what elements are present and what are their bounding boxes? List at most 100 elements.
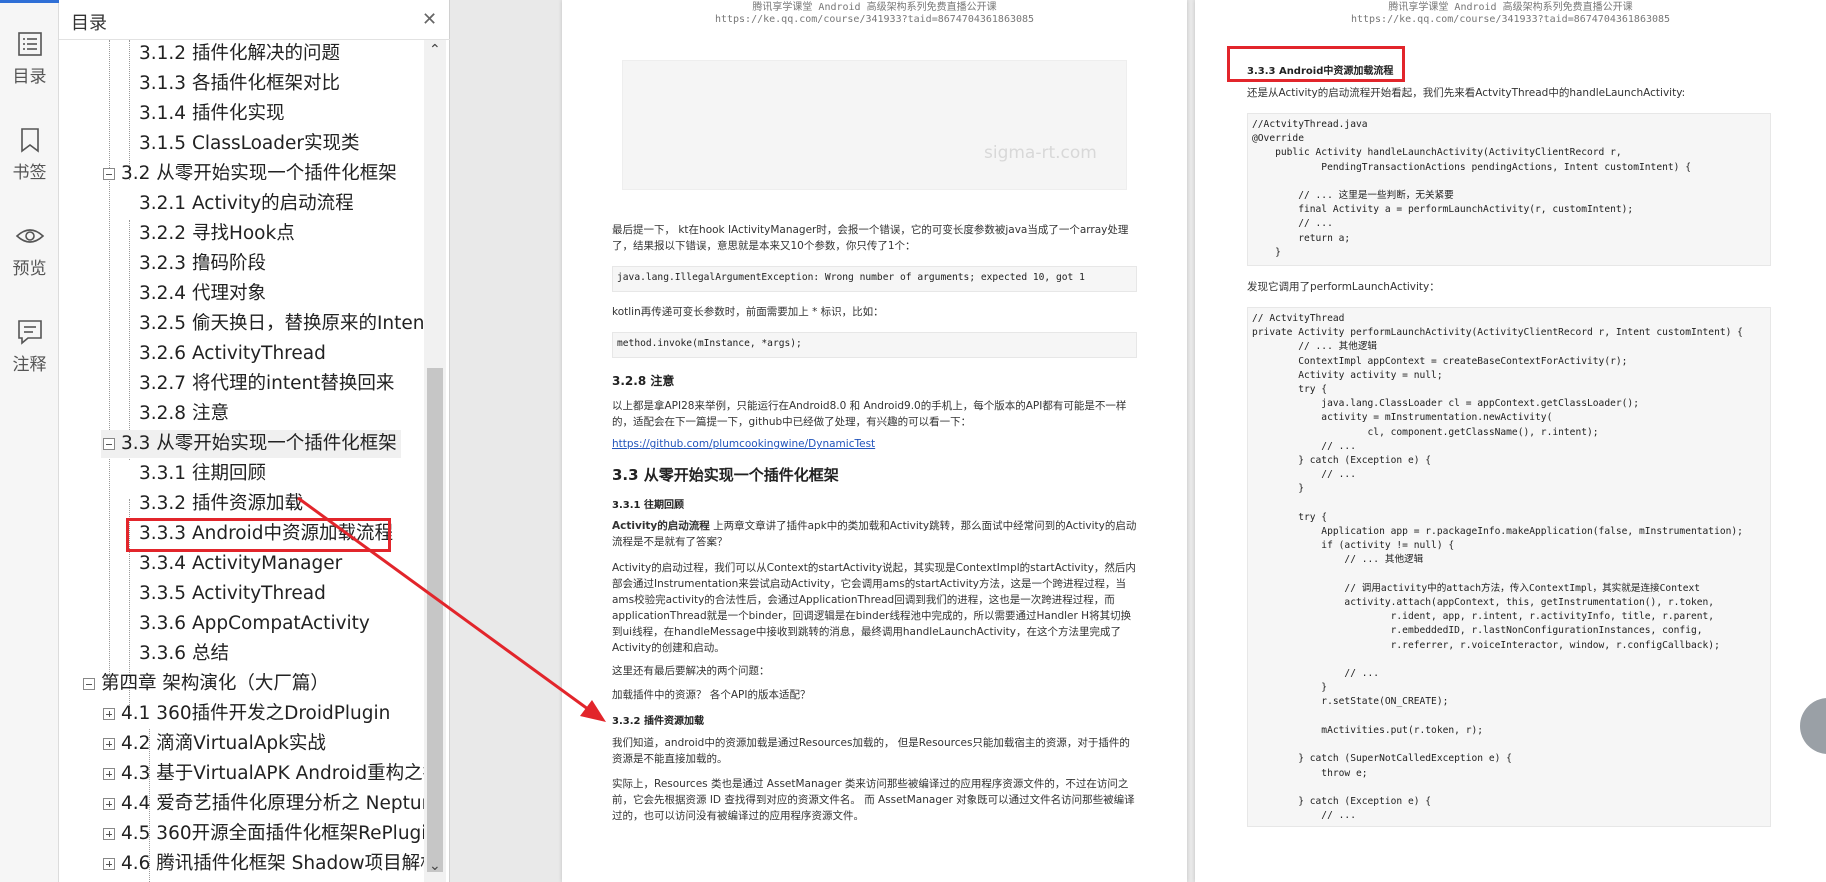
toc-item[interactable]: 3.2.6 ActivityThread — [59, 340, 424, 368]
bold-text: Activity的启动流程 — [612, 520, 710, 532]
toc-item[interactable]: 3.2.1 Activity的启动流程 — [59, 190, 424, 218]
toc-item[interactable]: 3.1.2 插件化解决的问题 — [59, 40, 424, 68]
toc-item[interactable]: 4.5 360开源全面插件化框架RePlugin — [59, 820, 424, 848]
toc-highlight-box — [126, 518, 391, 552]
toc-item-label: 3.3.6 总结 — [139, 643, 229, 664]
rail-toc-button[interactable]: 目录 — [0, 30, 59, 110]
side-rail: 目录 书签 预览 注释 — [0, 0, 59, 882]
toc-item[interactable]: 4.4 爱奇艺插件化原理分析之 Neptune — [59, 790, 424, 818]
rail-preview-label: 预览 — [12, 259, 47, 279]
document-page-2: 腾讯享学课堂 Android 高级架构系列免费直播公开课 https://ke.… — [1195, 0, 1826, 882]
toc-scrollbar[interactable]: ⌃ ⌄ — [424, 40, 446, 882]
rail-bookmark-label: 书签 — [12, 163, 47, 183]
toc-item[interactable]: 3.2 从零开始实现一个插件化框架 — [59, 160, 424, 188]
toc-item[interactable]: 3.3.6 总结 — [59, 640, 424, 668]
toc-item[interactable]: 4.1 360插件开发之DroidPlugin — [59, 700, 424, 728]
paragraph: Activity的启动流程 上两章文章讲了插件apk中的类加载和Activity… — [612, 518, 1137, 550]
bookmark-icon — [0, 126, 59, 154]
toc-item-label: 3.2.3 撸码阶段 — [139, 253, 266, 274]
rail-toc-label: 目录 — [12, 67, 47, 87]
figure-image — [622, 60, 1127, 190]
toc-item-label: 3.1.2 插件化解决的问题 — [139, 43, 340, 64]
expand-icon[interactable] — [103, 858, 115, 870]
toc-panel: 目录 ✕ 3.1.2 插件化解决的问题 3.1.3 各插件化框架对比 3.1.4… — [59, 0, 450, 882]
page-header-title: 腾讯享学课堂 Android 高级架构系列免费直播公开课 — [752, 2, 997, 13]
document-page-1: 腾讯享学课堂 Android 高级架构系列免费直播公开课 https://ke.… — [562, 0, 1187, 882]
toc-item[interactable]: 3.3.2 插件资源加载 — [59, 490, 424, 518]
collapse-icon[interactable] — [103, 438, 115, 450]
toc-item[interactable]: 3.2.7 将代理的intent替换回来 — [59, 370, 424, 398]
toc-item[interactable]: 3.2.3 撸码阶段 — [59, 250, 424, 278]
toc-item[interactable]: 3.1.5 ClassLoader实现类 — [59, 130, 424, 158]
code-block: method.invoke(mInstance, *args); — [612, 332, 1137, 358]
toc-item[interactable]: 3.2.5 偷天换日，替换原来的Intent — [59, 310, 424, 338]
toc-header: 目录 ✕ — [59, 0, 450, 40]
comment-icon — [0, 318, 59, 346]
list-icon — [0, 30, 59, 58]
watermark: sigma-rt.com — [984, 143, 1097, 163]
toc-item-label: 4.3 基于VirtualAPK Android重构之插 — [121, 763, 424, 784]
toc-item[interactable]: 3.1.4 插件化实现 — [59, 100, 424, 128]
rail-comment-button[interactable]: 注释 — [0, 318, 59, 398]
toc-item-selected[interactable]: 3.3 从零开始实现一个插件化框架 — [101, 430, 401, 458]
toc-item[interactable]: 3.3.4 ActivityManager — [59, 550, 424, 578]
code-block: java.lang.IllegalArgumentException: Wron… — [612, 266, 1137, 292]
github-link[interactable]: https://github.com/plumcookingwine/Dynam… — [612, 436, 875, 452]
code-block: //ActvityThread.java @Override public Ac… — [1247, 113, 1771, 266]
toc-item-label: 3.3.5 ActivityThread — [139, 583, 326, 604]
toc-item-label: 第四章 架构演化（大厂篇） — [101, 673, 329, 694]
toc-item-label: 3.2.5 偷天换日，替换原来的Intent — [139, 313, 424, 334]
toc-item[interactable]: 3.1.3 各插件化框架对比 — [59, 70, 424, 98]
toc-item[interactable]: 3.3.1 往期回顾 — [59, 460, 424, 488]
toc-item-label: 4.6 腾讯插件化框架 Shadow项目解析 — [121, 853, 424, 874]
paragraph: 还是从Activity的启动流程开始看起，我们先来看ActvityThread中… — [1247, 87, 1686, 99]
toc-item[interactable]: 3.3.5 ActivityThread — [59, 580, 424, 608]
expand-icon[interactable] — [103, 828, 115, 840]
expand-icon[interactable] — [103, 798, 115, 810]
toc-item-label: 3.2.7 将代理的intent替换回来 — [139, 373, 395, 394]
paragraph: Activity的启动过程，我们可以从Context的startActivity… — [612, 562, 1136, 654]
toc-item-label: 3.2.4 代理对象 — [139, 283, 266, 304]
collapse-icon[interactable] — [103, 168, 115, 180]
toc-title: 目录 — [71, 13, 107, 34]
page-header-title: 腾讯享学课堂 Android 高级架构系列免费直播公开课 — [1388, 2, 1633, 13]
rail-bookmark-button[interactable]: 书签 — [0, 126, 59, 206]
toc-item[interactable]: 3.2.8 注意 — [59, 400, 424, 428]
scrollbar-thumb[interactable] — [427, 368, 443, 872]
toc-item-label: 3.2.6 ActivityThread — [139, 343, 326, 364]
toc-item[interactable]: 第四章 架构演化（大厂篇） — [59, 670, 424, 698]
subsection-heading: 3.3.1 往期回顾 — [612, 500, 684, 511]
collapse-icon[interactable] — [83, 678, 95, 690]
expand-icon[interactable] — [103, 738, 115, 750]
paragraph: 最后提一下， kt在hook IActivityManager时，会报一个错误，… — [612, 224, 1129, 252]
paragraph: 我们知道，android中的资源加载是通过Resources加载的， 但是Res… — [612, 737, 1130, 765]
toc-item[interactable]: 3.2.4 代理对象 — [59, 280, 424, 308]
paragraph: 这里还有最后要解决的两个问题： — [612, 665, 770, 677]
rail-preview-button[interactable]: 预览 — [0, 222, 59, 302]
toc-item[interactable]: 4.3 基于VirtualAPK Android重构之插 — [59, 760, 424, 788]
toc-item-label: 3.2.8 注意 — [139, 403, 229, 424]
toc-item[interactable]: 4.6 腾讯插件化框架 Shadow项目解析 — [59, 850, 424, 878]
paragraph: 实际上，Resources 类也是通过 AssetManager 类来访问那些被… — [612, 778, 1135, 822]
section-heading: 3.3 从零开始实现一个插件化框架 — [612, 466, 839, 484]
expand-icon[interactable] — [103, 768, 115, 780]
close-icon[interactable]: ✕ — [422, 9, 437, 30]
toc-item[interactable]: 3.2.2 寻找Hook点 — [59, 220, 424, 248]
toc-item[interactable]: 4.2 滴滴VirtualApk实战 — [59, 730, 424, 758]
expand-icon[interactable] — [103, 708, 115, 720]
toc-item-label: 3.2.2 寻找Hook点 — [139, 223, 295, 244]
page-header-url: https://ke.qq.com/course/341933?taid=867… — [714, 14, 1035, 25]
chevron-up-icon[interactable]: ⌃ — [429, 42, 441, 58]
subsection-heading: 3.3.2 插件资源加载 — [612, 716, 704, 727]
toc-item-label: 3.3.4 ActivityManager — [139, 553, 343, 574]
toc-item-label: 3.3 从零开始实现一个插件化框架 — [121, 433, 397, 454]
toc-item-label: 3.3.1 往期回顾 — [139, 463, 266, 484]
chevron-down-icon[interactable]: ⌄ — [429, 858, 441, 874]
toc-item-label: 3.1.5 ClassLoader实现类 — [139, 133, 360, 154]
toc-item-label: 3.3.2 插件资源加载 — [139, 493, 303, 514]
toc-item[interactable]: 3.3.6 AppCompatActivity — [59, 610, 424, 638]
toc-item-label: 3.1.4 插件化实现 — [139, 103, 285, 124]
reader-window: 目录 书签 预览 注释 目录 ✕ 3.1.2 插件化解决的问题 3.1.3 各插… — [0, 0, 1826, 882]
toc-item-label: 4.5 360开源全面插件化框架RePlugin — [121, 823, 424, 844]
rail-active-indicator — [0, 0, 59, 3]
